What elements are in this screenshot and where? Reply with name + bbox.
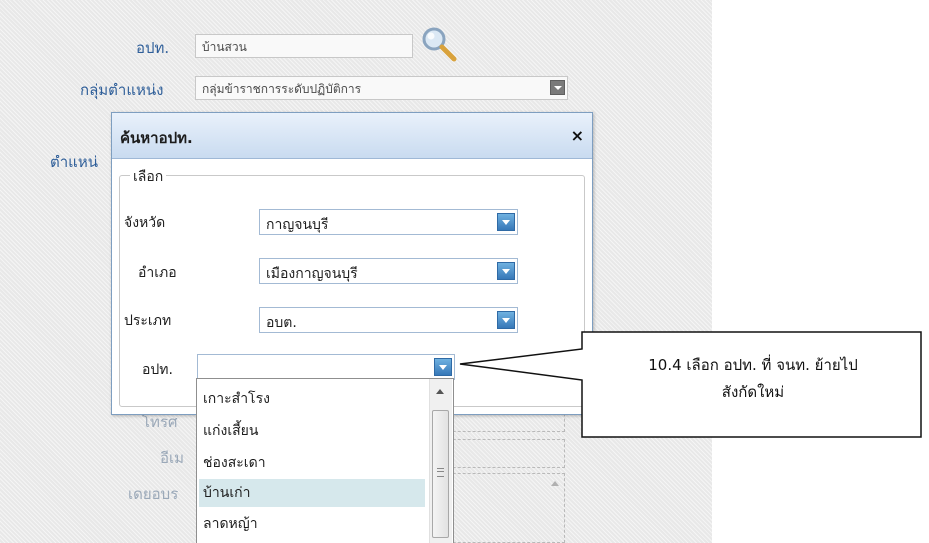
search-icon[interactable]	[418, 24, 460, 66]
type-select[interactable]: อบต.	[259, 307, 518, 333]
type-label: ประเภท	[124, 313, 172, 329]
dialog-header[interactable]: ค้นหาอปท. ×	[112, 113, 592, 159]
org-select-label: อปท.	[142, 362, 173, 378]
district-value: เมืองกาญจนบุรี	[266, 266, 358, 282]
dropdown-option[interactable]: เกาะสำโรง	[199, 385, 425, 413]
callout-annotation: 10.4 เลือก อปท. ที่ จนท. ย้ายไป สังกัดให…	[585, 352, 921, 406]
close-button[interactable]: ×	[571, 126, 584, 145]
scroll-up-icon[interactable]	[436, 389, 444, 394]
callout-line-2: สังกัดใหม่	[721, 383, 785, 401]
dropdown-option[interactable]: ช่องสะเดา	[199, 449, 425, 477]
dropdown-option[interactable]: ลาดหญ้า	[199, 510, 425, 538]
org-label: อปท.	[136, 39, 170, 57]
province-value: กาญจนบุรี	[266, 217, 329, 233]
position-group-dropdown-button[interactable]	[550, 80, 565, 95]
district-select[interactable]: เมืองกาญจนบุรี	[259, 258, 518, 284]
type-dropdown-icon[interactable]	[497, 311, 515, 329]
district-label: อำเภอ	[138, 265, 177, 281]
dialog-title: ค้นหาอปท.	[120, 129, 193, 147]
org-select[interactable]	[197, 354, 455, 380]
textarea-scroll-up-icon[interactable]	[548, 477, 562, 491]
province-label: จังหวัด	[124, 215, 166, 231]
callout-line-1: 10.4 เลือก อปท. ที่ จนท. ย้ายไป	[648, 356, 858, 374]
org-dropdown-list: เกาะสำโรง แก่งเสี้ยน ช่องสะเดา บ้านเก่า …	[196, 378, 454, 543]
position-group-select[interactable]: กลุ่มข้าราชการระดับปฏิบัติการ	[195, 76, 568, 100]
province-dropdown-icon[interactable]	[497, 213, 515, 231]
scroll-grip-icon	[437, 468, 444, 477]
position-group-label: กลุ่มตำแหน่ง	[80, 81, 164, 99]
position-label: ตำแหน่	[50, 153, 98, 171]
org-dropdown-icon[interactable]	[434, 358, 452, 376]
dropdown-option[interactable]: แก่งเสี้ยน	[199, 417, 425, 445]
scrollbar-thumb[interactable]	[432, 410, 449, 538]
type-value: อบต.	[266, 315, 297, 331]
search-org-dialog: ค้นหาอปท. × เลือก จังหวัด กาญจนบุรี อำเภ…	[111, 112, 593, 415]
province-select[interactable]: กาญจนบุรี	[259, 209, 518, 235]
training-label: เดยอบร	[128, 485, 179, 503]
district-dropdown-icon[interactable]	[497, 262, 515, 280]
org-input[interactable]: บ้านสวน	[195, 34, 413, 58]
fieldset-legend: เลือก	[130, 166, 167, 188]
select-fieldset: เลือก จังหวัด กาญจนบุรี อำเภอ เมืองกาญจน…	[119, 166, 585, 407]
email-label: อีเม	[160, 449, 185, 467]
dropdown-option-highlighted[interactable]: บ้านเก่า	[199, 479, 425, 507]
dropdown-scrollbar[interactable]	[429, 379, 452, 543]
